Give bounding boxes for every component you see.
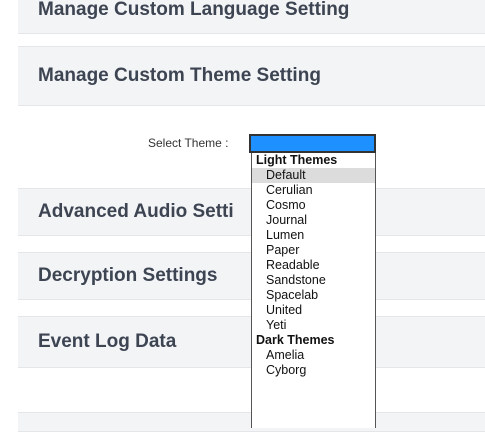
- option-sandstone[interactable]: Sandstone: [252, 273, 375, 288]
- option-cerulian[interactable]: Cerulian: [252, 183, 375, 198]
- panel-custom-theme[interactable]: Manage Custom Theme Setting: [18, 46, 485, 106]
- panel-title-audio: Advanced Audio Setti: [38, 201, 234, 222]
- select-theme-label: Select Theme :: [148, 136, 229, 150]
- option-journal[interactable]: Journal: [252, 213, 375, 228]
- option-amelia[interactable]: Amelia: [252, 348, 375, 363]
- panel-title-theme: Manage Custom Theme Setting: [38, 65, 321, 86]
- panel-title-event-log: Event Log Data: [38, 331, 177, 352]
- panel-title-language: Manage Custom Language Setting: [38, 0, 350, 20]
- optgroup-dark-themes: Dark Themes: [256, 333, 335, 347]
- option-spacelab[interactable]: Spacelab: [252, 288, 375, 303]
- option-yeti[interactable]: Yeti: [252, 318, 375, 333]
- option-readable[interactable]: Readable: [252, 258, 375, 273]
- option-paper[interactable]: Paper: [252, 243, 375, 258]
- theme-select[interactable]: [249, 134, 376, 153]
- option-default[interactable]: Default: [252, 168, 375, 183]
- option-lumen[interactable]: Lumen: [252, 228, 375, 243]
- option-cyborg[interactable]: Cyborg: [252, 363, 375, 378]
- optgroup-light-themes: Light Themes: [256, 153, 338, 167]
- option-united[interactable]: United: [252, 303, 375, 318]
- theme-dropdown-list[interactable]: Light Themes Default Cerulian Cosmo Jour…: [251, 153, 376, 428]
- panel-custom-language[interactable]: Manage Custom Language Setting: [18, 0, 485, 34]
- option-cosmo[interactable]: Cosmo: [252, 198, 375, 213]
- panel-title-decryption: Decryption Settings: [38, 265, 218, 286]
